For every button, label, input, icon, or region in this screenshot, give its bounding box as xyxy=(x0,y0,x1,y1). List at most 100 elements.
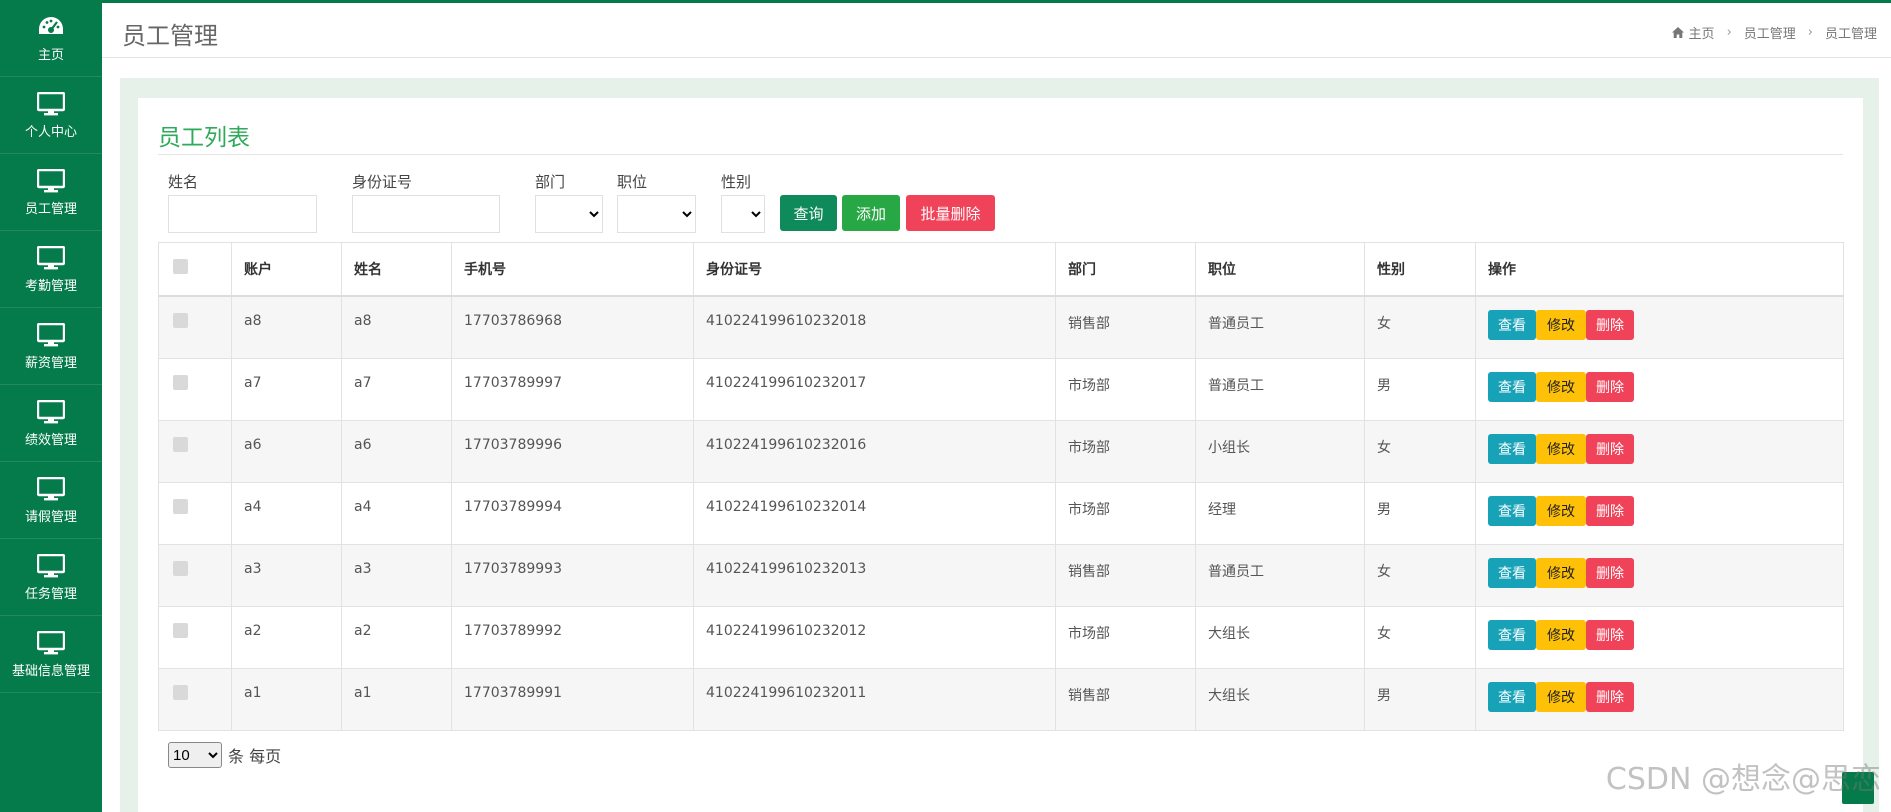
row-checkbox[interactable] xyxy=(173,622,188,638)
position-select[interactable] xyxy=(617,195,696,233)
cell-name: a3 xyxy=(341,543,452,607)
table-row: a6 a6 17703789996 410224199610232016 市场部 小组长女… xyxy=(158,419,1844,483)
idcard-input[interactable] xyxy=(352,195,500,233)
column-header: 身份证号 xyxy=(693,242,1056,297)
row-checkbox[interactable] xyxy=(173,684,188,700)
cell-actions: 查看 修改 删除 xyxy=(1475,295,1844,359)
query-button[interactable]: 查询 xyxy=(780,195,837,231)
view-button[interactable]: 查看 xyxy=(1488,619,1536,650)
cell-account: a8 xyxy=(231,295,342,359)
view-button[interactable]: 查看 xyxy=(1488,681,1536,712)
edit-button[interactable]: 修改 xyxy=(1536,310,1586,340)
row-select-cell xyxy=(158,419,232,483)
column-header: 操作 xyxy=(1475,242,1844,297)
monitor-icon xyxy=(37,551,65,581)
cell-gender: 女 xyxy=(1364,605,1476,669)
row-select-cell xyxy=(158,543,232,607)
delete-button[interactable]: 删除 xyxy=(1586,557,1634,588)
delete-button[interactable]: 删除 xyxy=(1586,681,1634,712)
row-checkbox[interactable] xyxy=(173,313,188,328)
sidebar: 主页个人中心员工管理考勤管理薪资管理绩效管理请假管理 任务管理 基础信息管理 xyxy=(0,0,102,812)
sidebar-item[interactable]: 任务管理 xyxy=(0,539,102,616)
cell-actions: 查看 修改 删除 xyxy=(1475,419,1844,483)
cell-dept: 市场部 xyxy=(1055,419,1196,483)
cell-account: a6 xyxy=(231,419,342,483)
sidebar-item[interactable]: 个人中心 xyxy=(0,77,102,154)
add-button[interactable]: 添加 xyxy=(842,195,900,231)
view-button[interactable]: 查看 xyxy=(1488,310,1536,340)
page-title: 员工管理 xyxy=(122,22,218,50)
delete-button[interactable]: 删除 xyxy=(1586,433,1634,464)
table-header-row: 账户 姓名 手机号 身份证号 部门 职位 性别 操作 xyxy=(158,242,1844,297)
monitor-icon xyxy=(37,397,65,427)
edit-button[interactable]: 修改 xyxy=(1536,681,1586,712)
cell-dept: 市场部 xyxy=(1055,481,1196,545)
edit-button[interactable]: 修改 xyxy=(1536,371,1586,402)
sidebar-item[interactable]: 绩效管理 xyxy=(0,385,102,462)
row-select-cell xyxy=(158,357,232,421)
breadcrumb-section[interactable]: 员工管理 xyxy=(1744,23,1796,42)
sidebar-item[interactable]: 员工管理 xyxy=(0,154,102,231)
sidebar-item[interactable]: 考勤管理 xyxy=(0,231,102,308)
gender-select[interactable] xyxy=(721,195,765,233)
idcard-label: 身份证号 xyxy=(352,173,413,191)
edit-button[interactable]: 修改 xyxy=(1536,619,1586,650)
sidebar-item-label: 薪资管理 xyxy=(24,356,77,371)
breadcrumb-home[interactable]: 主页 xyxy=(1689,23,1715,42)
divider xyxy=(158,154,1843,155)
batch-delete-button[interactable]: 批量删除 xyxy=(906,195,995,231)
monitor-icon xyxy=(37,320,65,350)
edit-button[interactable]: 修改 xyxy=(1536,495,1586,526)
row-checkbox[interactable] xyxy=(173,498,188,514)
cell-actions: 查看 修改 删除 xyxy=(1475,667,1844,731)
column-header: 性别 xyxy=(1364,242,1476,297)
cell-position: 大组长 xyxy=(1195,667,1365,731)
cell-gender: 女 xyxy=(1364,419,1476,483)
row-checkbox[interactable] xyxy=(173,374,188,390)
select-all-checkbox[interactable] xyxy=(173,259,188,274)
edit-button[interactable]: 修改 xyxy=(1536,557,1586,588)
cell-phone: 17703789997 xyxy=(451,357,694,421)
delete-button[interactable]: 删除 xyxy=(1586,371,1634,402)
cell-gender: 男 xyxy=(1364,667,1476,731)
view-button[interactable]: 查看 xyxy=(1488,557,1536,588)
sidebar-item[interactable]: 薪资管理 xyxy=(0,308,102,385)
sidebar-item[interactable]: 主页 xyxy=(0,0,102,77)
cell-account: a1 xyxy=(231,667,342,731)
cell-dept: 市场部 xyxy=(1055,605,1196,669)
monitor-icon xyxy=(37,474,65,504)
table-row: a4 a4 17703789994 410224199610232014 市场部 经理男查… xyxy=(158,481,1844,545)
edit-button[interactable]: 修改 xyxy=(1536,433,1586,464)
delete-button[interactable]: 删除 xyxy=(1586,619,1634,650)
column-header: 账户 xyxy=(231,242,342,297)
cell-actions: 查看 修改 删除 xyxy=(1475,605,1844,669)
pagination: 10 条 每页 xyxy=(168,742,281,768)
view-button[interactable]: 查看 xyxy=(1488,495,1536,526)
gender-label: 性别 xyxy=(721,173,752,191)
cell-phone: 17703789996 xyxy=(451,419,694,483)
delete-button[interactable]: 删除 xyxy=(1586,310,1634,340)
sidebar-item[interactable]: 基础信息管理 xyxy=(0,616,102,693)
column-header: 部门 xyxy=(1055,242,1196,297)
chevron-right-icon: › xyxy=(1807,25,1813,40)
row-checkbox[interactable] xyxy=(173,436,188,452)
view-button[interactable]: 查看 xyxy=(1488,371,1536,402)
gender-field: 性别 xyxy=(721,171,765,233)
dept-select[interactable] xyxy=(535,195,603,233)
name-input[interactable] xyxy=(168,195,317,233)
sidebar-item-label: 绩效管理 xyxy=(24,433,77,448)
cell-dept: 销售部 xyxy=(1055,667,1196,731)
row-checkbox[interactable] xyxy=(173,560,188,576)
sidebar-item-label: 个人中心 xyxy=(24,125,77,140)
cell-position: 大组长 xyxy=(1195,605,1365,669)
row-select-cell xyxy=(158,667,232,731)
page-size-select[interactable]: 10 xyxy=(168,742,222,768)
sidebar-item[interactable]: 请假管理 xyxy=(0,462,102,539)
sidebar-item-label: 员工管理 xyxy=(24,202,77,217)
row-select-cell xyxy=(158,605,232,669)
cell-phone: 17703789991 xyxy=(451,667,694,731)
view-button[interactable]: 查看 xyxy=(1488,433,1536,464)
breadcrumb: 主页 › 员工管理 › 员工管理 xyxy=(1671,23,1877,42)
cell-gender: 女 xyxy=(1364,295,1476,359)
delete-button[interactable]: 删除 xyxy=(1586,495,1634,526)
